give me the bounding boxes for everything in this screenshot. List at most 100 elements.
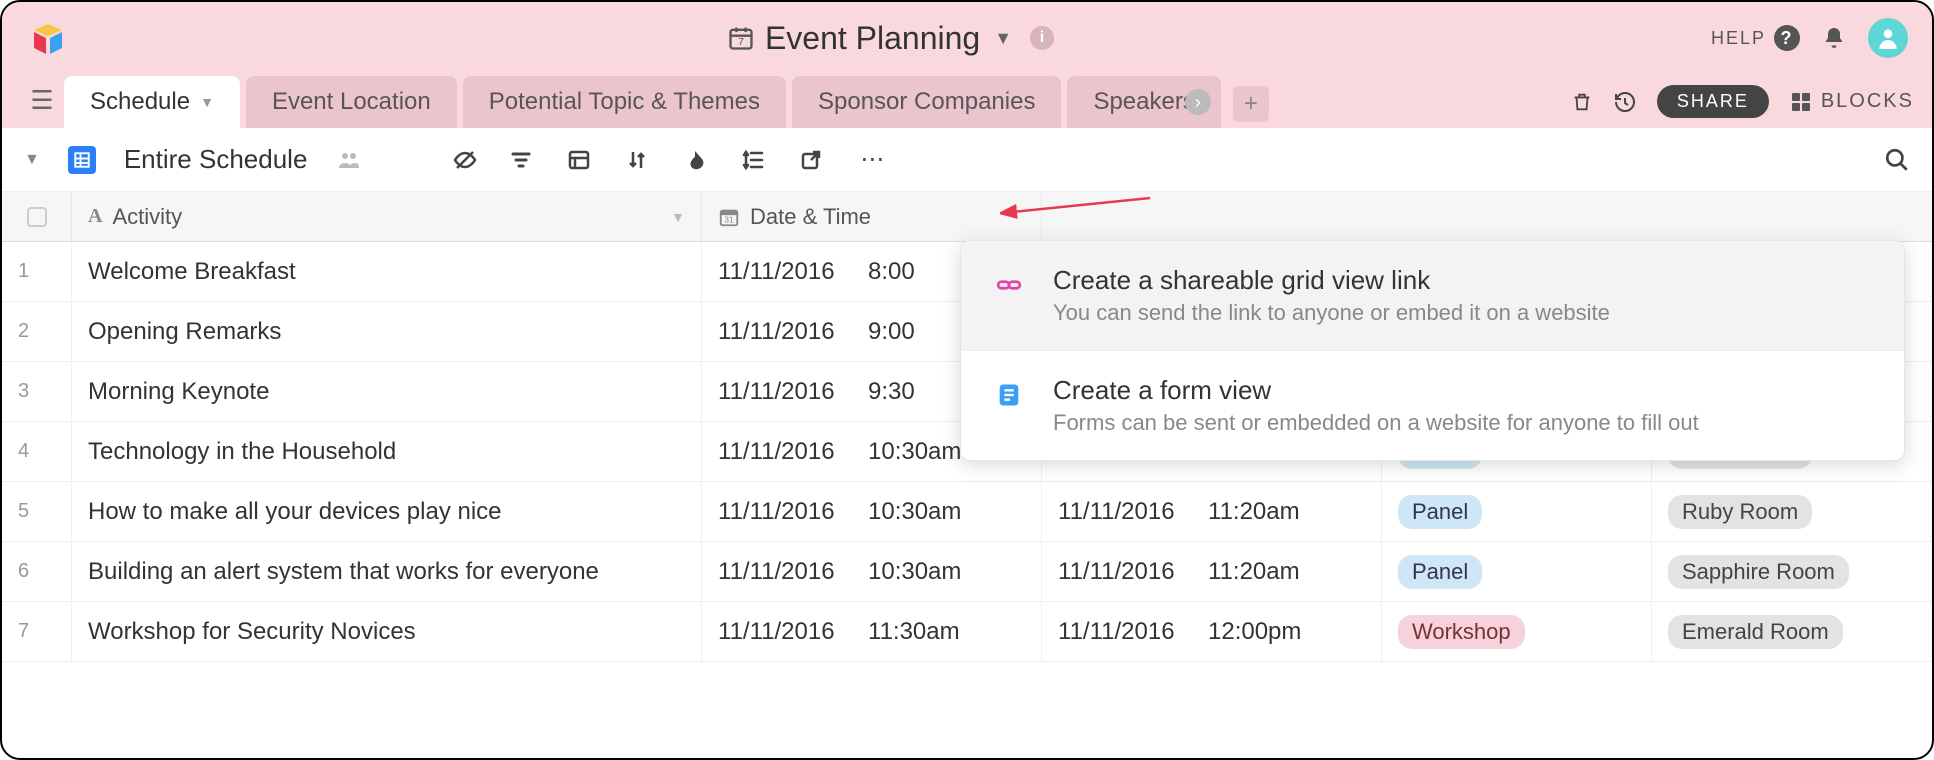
svg-text:31: 31: [724, 215, 734, 224]
tab-scroll-right-icon[interactable]: ›: [1185, 89, 1211, 115]
blocks-icon: [1789, 90, 1813, 114]
grid-view-icon: [68, 146, 96, 174]
share-button[interactable]: SHARE: [1657, 85, 1769, 118]
more-options-icon[interactable]: ⋯: [857, 145, 887, 174]
column-label: Date & Time: [750, 204, 871, 230]
cell-activity[interactable]: Morning Keynote: [72, 362, 702, 421]
share-view-icon[interactable]: [799, 148, 829, 172]
cell-start-datetime[interactable]: 11/11/201610:30am: [702, 482, 1042, 541]
title-dropdown-caret[interactable]: ▼: [994, 28, 1012, 49]
type-tag: Workshop: [1398, 615, 1525, 649]
tab-potential-topic-themes[interactable]: Potential Topic & Themes: [463, 76, 786, 128]
svg-text:7: 7: [738, 36, 744, 48]
view-name[interactable]: Entire Schedule: [124, 144, 308, 175]
app-header: 7 Event Planning ▼ i HELP ?: [2, 2, 1932, 74]
sort-icon[interactable]: [625, 148, 655, 172]
cell-type[interactable]: Workshop: [1382, 602, 1652, 661]
cell-room[interactable]: Emerald Room: [1652, 602, 1932, 661]
column-header-datetime[interactable]: 31 Date & Time: [702, 192, 1042, 241]
cell-room[interactable]: Sapphire Room: [1652, 542, 1932, 601]
cell-type[interactable]: Panel: [1382, 482, 1652, 541]
cell-activity[interactable]: Opening Remarks: [72, 302, 702, 361]
tab-schedule[interactable]: Schedule ▼: [64, 76, 240, 128]
row-number: 5: [2, 482, 72, 541]
base-title[interactable]: Event Planning: [765, 20, 980, 57]
group-icon[interactable]: [567, 148, 597, 172]
table-row[interactable]: 7Workshop for Security Novices11/11/2016…: [2, 602, 1932, 662]
view-collapse-caret[interactable]: ▼: [24, 151, 40, 169]
blocks-label: BLOCKS: [1821, 90, 1914, 113]
cell-end-datetime[interactable]: 11/11/201611:20am: [1042, 542, 1382, 601]
popup-option-title: Create a form view: [1053, 375, 1699, 406]
user-avatar[interactable]: [1868, 18, 1908, 58]
collaborators-icon[interactable]: [335, 148, 365, 172]
column-header-activity[interactable]: A Activity ▼: [72, 192, 702, 241]
table-tab-bar: ☰ Schedule ▼ Event Location Potential To…: [2, 74, 1932, 128]
tab-event-location[interactable]: Event Location: [246, 76, 457, 128]
search-icon[interactable]: [1884, 147, 1910, 173]
history-icon[interactable]: [1613, 90, 1637, 114]
cell-start-datetime[interactable]: 11/11/201610:30am: [702, 542, 1042, 601]
help-icon: ?: [1774, 25, 1800, 51]
row-number: 4: [2, 422, 72, 481]
row-number: 7: [2, 602, 72, 661]
popup-option-shareable-link[interactable]: Create a shareable grid view link You ca…: [961, 241, 1904, 351]
view-toolbar: ▼ Entire Schedule ⋯: [2, 128, 1932, 192]
popup-option-title: Create a shareable grid view link: [1053, 265, 1610, 296]
tab-label: Event Location: [272, 88, 431, 116]
help-label: HELP: [1711, 28, 1766, 49]
row-number: 2: [2, 302, 72, 361]
cell-activity[interactable]: Building an alert system that works for …: [72, 542, 702, 601]
table-header-row: A Activity ▼ 31 Date & Time: [2, 192, 1932, 242]
type-tag: Panel: [1398, 495, 1482, 529]
cell-type[interactable]: Panel: [1382, 542, 1652, 601]
cell-activity[interactable]: Technology in the Household: [72, 422, 702, 481]
tab-label: Schedule: [90, 88, 190, 116]
row-number: 3: [2, 362, 72, 421]
tab-sponsor-companies[interactable]: Sponsor Companies: [792, 76, 1061, 128]
row-number: 1: [2, 242, 72, 301]
share-label: SHARE: [1677, 91, 1749, 111]
select-all-checkbox[interactable]: [2, 192, 72, 241]
notifications-icon[interactable]: [1822, 26, 1846, 50]
form-icon: [993, 379, 1025, 411]
calendar-icon: 7: [727, 24, 755, 52]
trash-icon[interactable]: [1571, 90, 1593, 114]
room-tag: Emerald Room: [1668, 615, 1843, 649]
table-row[interactable]: 5How to make all your devices play nice1…: [2, 482, 1932, 542]
add-table-button[interactable]: +: [1233, 86, 1269, 122]
tab-label: Sponsor Companies: [818, 88, 1035, 116]
column-menu-caret[interactable]: ▼: [671, 209, 685, 225]
tab-label: Potential Topic & Themes: [489, 88, 760, 116]
popup-option-desc: You can send the link to anyone or embed…: [1053, 300, 1610, 326]
text-field-icon: A: [88, 205, 102, 228]
row-height-icon[interactable]: [741, 148, 771, 172]
cell-activity[interactable]: Welcome Breakfast: [72, 242, 702, 301]
app-logo[interactable]: [26, 16, 70, 60]
type-tag: Panel: [1398, 555, 1482, 589]
tab-speakers[interactable]: Speakers ›: [1067, 76, 1220, 128]
help-button[interactable]: HELP ?: [1711, 25, 1800, 51]
link-icon: [993, 269, 1025, 301]
blocks-button[interactable]: BLOCKS: [1789, 90, 1914, 114]
cell-end-datetime[interactable]: 11/11/201611:20am: [1042, 482, 1382, 541]
room-tag: Ruby Room: [1668, 495, 1812, 529]
cell-activity[interactable]: How to make all your devices play nice: [72, 482, 702, 541]
filter-icon[interactable]: [509, 148, 539, 172]
hide-fields-icon[interactable]: [451, 148, 481, 172]
color-icon[interactable]: [683, 148, 713, 172]
column-label: Activity: [112, 204, 182, 230]
row-number: 6: [2, 542, 72, 601]
cell-end-datetime[interactable]: 11/11/201612:00pm: [1042, 602, 1382, 661]
tab-caret-icon[interactable]: ▼: [200, 94, 214, 110]
tab-label: Speakers: [1093, 88, 1194, 116]
cell-activity[interactable]: Workshop for Security Novices: [72, 602, 702, 661]
room-tag: Sapphire Room: [1668, 555, 1849, 589]
sidebar-toggle-icon[interactable]: ☰: [20, 85, 64, 128]
cell-room[interactable]: Ruby Room: [1652, 482, 1932, 541]
table-row[interactable]: 6Building an alert system that works for…: [2, 542, 1932, 602]
cell-start-datetime[interactable]: 11/11/201611:30am: [702, 602, 1042, 661]
info-icon[interactable]: i: [1030, 26, 1054, 50]
date-field-icon: 31: [718, 206, 740, 228]
popup-option-form-view[interactable]: Create a form view Forms can be sent or …: [961, 351, 1904, 460]
